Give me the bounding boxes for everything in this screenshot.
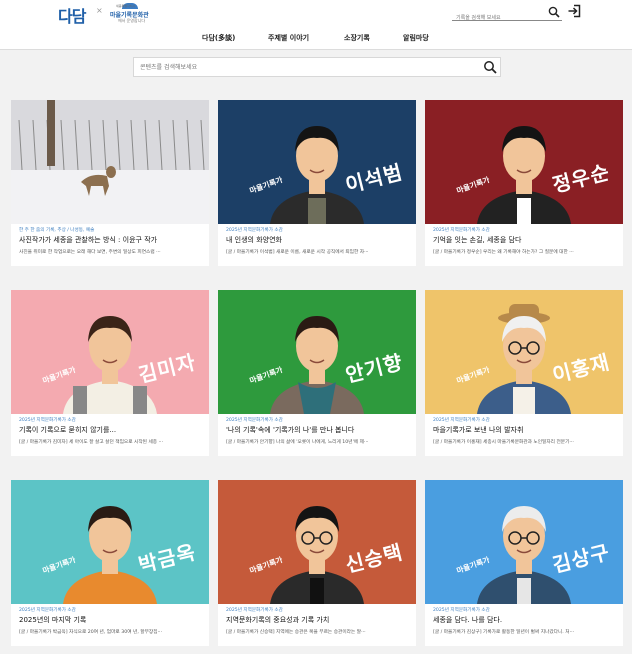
- content-card[interactable]: 마을기록가 박금옥 2025년 지역문화기록가 소감 2025년의 마지막 기록 [글 …: [11, 480, 209, 646]
- nav-item-dadam[interactable]: 다담(多談): [202, 33, 235, 43]
- nav-item-collection[interactable]: 소장기록: [344, 33, 370, 43]
- card-category: 2025년 지역문화기록가 소감: [226, 228, 283, 233]
- main-nav: 다담(多談) 주제별 이야기 소장기록 알림마당: [0, 28, 632, 50]
- card-description: [글 / 마을기록가 안기향] 나의 삶에 '오롯이 나에게, 느리게 10년'…: [226, 440, 369, 445]
- org-small-text: 세종특별자치시: [116, 4, 136, 8]
- card-title[interactable]: 내 인생의 화양연화: [226, 235, 408, 246]
- card-portrait: 마을기록가 이홍재: [425, 290, 623, 414]
- card-category: 2025년 지역문화기록가 소감: [19, 418, 76, 423]
- card-portrait: 마을기록가 이석범: [218, 100, 416, 224]
- card-category: 2025년 지역문화기록가 소감: [433, 608, 490, 613]
- card-body: 2025년 지역문화기록가 소감지역문화기록의 중요성과 기록 가치 [글 / 마…: [218, 604, 416, 646]
- content-card[interactable]: 마을기록가 김상구 2025년 지역문화기록가 소감세종을 담다. 나를 담다. [글…: [425, 480, 623, 646]
- dadam-logo[interactable]: 다담: [58, 3, 86, 27]
- content-search-input[interactable]: [140, 60, 470, 74]
- card-description: [글 / 마을기록가 신승택] 지역에는 승관은 복을 부르는 승관이라는 말·…: [226, 630, 366, 635]
- card-description: [글 / 마을기록가 이석범] 새로운 이름, 새로운 시작 공직에서 퇴임한 …: [226, 250, 369, 255]
- card-title[interactable]: 기록이 기록으로 묻히지 않기를...: [19, 425, 201, 436]
- card-body: 2025년 지역문화기록가 소감세종을 담다. 나를 담다. [글 / 마을기록가…: [425, 604, 623, 646]
- card-body: 2025년 지역문화기록가 소감기록이 기록으로 묻히지 않기를... [글 / …: [11, 414, 209, 456]
- card-description: [글 / 마을기록가 정우순] 우리는 왜 기록해야 하는가? 그 질문에 대한…: [433, 250, 574, 255]
- card-portrait: 마을기록가 박금옥: [11, 480, 209, 604]
- card-title[interactable]: 세종을 담다. 나를 담다.: [433, 615, 615, 626]
- card-title[interactable]: '나의 기록'속에 '기록가의 나'를 만나 봅니다: [226, 425, 408, 436]
- card-category: 2025년 지역문화기록가 소감: [433, 228, 490, 233]
- nav-item-topic-stories[interactable]: 주제별 이야기: [268, 33, 309, 43]
- card-description: [글 / 마을기록가 박금옥] 자식으로 20여 년, 엄마로 30여 년, 할…: [19, 630, 163, 635]
- content-card[interactable]: 마을기록가 정우순 2025년 지역문화기록가 소감 기억을 잇는 손길, 세종을 담…: [425, 100, 623, 266]
- card-category: 한 주 한 줌의 기록, 추상 / 나성동, 예술: [19, 228, 95, 233]
- card-portrait: 마을기록가 신승택: [218, 480, 416, 604]
- content-card[interactable]: 마을기록가 이석범 2025년 지역문화기록가 소감내 인생의 화양연화 [글 / 마…: [218, 100, 416, 266]
- nav-item-notice[interactable]: 알림마당: [403, 33, 429, 43]
- search-icon[interactable]: [483, 60, 497, 74]
- card-body: 2025년 지역문화기록가 소감 '나의 기록'속에 '기록가의 나'를 만나 봅…: [218, 414, 416, 456]
- top-bar: 다담 × 세종특별자치시 마을기록문화관 에서 운영합니다: [0, 0, 632, 28]
- header-search: [452, 4, 562, 26]
- header-search-input[interactable]: [452, 10, 546, 26]
- content-card[interactable]: 마을기록가 안기향 2025년 지역문화기록가 소감 '나의 기록'속에 '기록가의 …: [218, 290, 416, 456]
- card-portrait: 마을기록가 김상구: [425, 480, 623, 604]
- card-portrait: 마을기록가 김미자: [11, 290, 209, 414]
- card-photo: [11, 100, 209, 224]
- card-category: 2025년 지역문화기록가 소감: [226, 608, 283, 613]
- content-search: [133, 57, 501, 77]
- card-body: 2025년 지역문화기록가 소감마을기록가로 보낸 나의 발자취 [글 / 마을기…: [425, 414, 623, 456]
- card-body: 2025년 지역문화기록가 소감기억을 잇는 손길, 세종을 담다 [글 / 마을…: [425, 224, 623, 266]
- card-title[interactable]: 기억을 잇는 손길, 세종을 담다: [433, 235, 615, 246]
- card-category: 2025년 지역문화기록가 소감: [433, 418, 490, 423]
- content-card[interactable]: 마을기록가 이홍재 2025년 지역문화기록가 소감 마을기록가로 보낸 나의 발자취…: [425, 290, 623, 456]
- card-portrait: 마을기록가 안기향: [218, 290, 416, 414]
- card-portrait: 마을기록가 정우순: [425, 100, 623, 224]
- card-title[interactable]: 지역문화기록의 중요성과 기록 가치: [226, 615, 408, 626]
- card-title[interactable]: 2025년의 마지막 기록: [19, 615, 201, 626]
- card-description: [글 / 마을기록가 김상구] 기록가로 활동한 일년이 벌써 지나갔다니. 처…: [433, 630, 575, 635]
- search-icon[interactable]: [548, 6, 560, 18]
- content-card[interactable]: 마을기록가 김미자 2025년 지역문화기록가 소감 기록이 기록으로 묻히지 않기를…: [11, 290, 209, 456]
- logo-separator: ×: [96, 6, 103, 15]
- card-description: 사진을 취미로 한 작업으로는 오래 해다 보면, 주변의 일상도 피연스럽 ·…: [19, 250, 161, 255]
- content-card[interactable]: 마을기록가 신승택 2025년 지역문화기록가 소감 지역문화기록의 중요성과 기록 …: [218, 480, 416, 646]
- login-icon[interactable]: [567, 4, 581, 18]
- card-body: 한 주 한 줌의 기록, 추상 / 나성동, 예술사진작가가 세종을 관찰하는 …: [11, 224, 209, 266]
- card-body: 2025년 지역문화기록가 소감내 인생의 화양연화 [글 / 마을기록가 이석범…: [218, 224, 416, 266]
- card-category: 2025년 지역문화기록가 소감: [226, 418, 283, 423]
- card-category: 2025년 지역문화기록가 소감: [19, 608, 76, 613]
- content-card[interactable]: 한 주 한 줌의 기록, 추상 / 나성동, 예술사진작가가 세종을 관찰하는 …: [11, 100, 209, 266]
- card-body: 2025년 지역문화기록가 소감 2025년의 마지막 기록 [글 / 마을기록가 …: [11, 604, 209, 646]
- card-title[interactable]: 사진작가가 세종을 관찰하는 방식 : 이윤구 작가: [19, 235, 201, 246]
- card-description: [글 / 마을기록가 이홍재] 세종시 마을기록문화관과 노인일자리 전문기··…: [433, 440, 574, 445]
- card-title[interactable]: 마을기록가로 보낸 나의 발자취: [433, 425, 615, 436]
- card-description: [글 / 마을기록가 김미자] 세 아이도 잘 살고 살던 책임으로 시작된 세…: [19, 440, 164, 445]
- org-logo[interactable]: 세종특별자치시 마을기록문화관 에서 운영합니다: [110, 3, 160, 23]
- org-subtitle: 에서 운영합니다: [118, 18, 146, 23]
